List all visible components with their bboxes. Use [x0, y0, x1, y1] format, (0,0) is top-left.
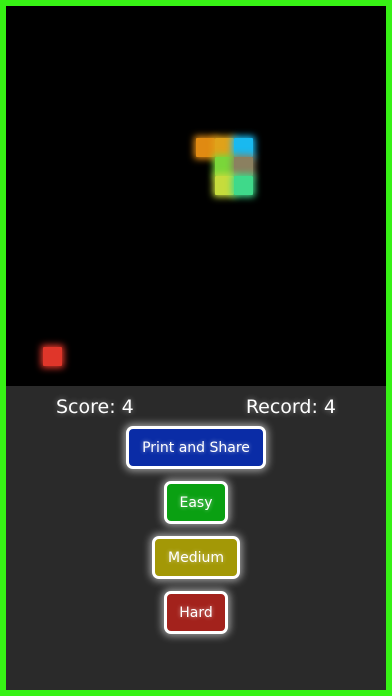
medium-button[interactable]: Medium	[152, 536, 240, 579]
game-board[interactable]	[6, 6, 386, 386]
hard-button[interactable]: Hard	[164, 591, 228, 634]
snake-segment	[234, 138, 253, 157]
snake-segment	[215, 157, 234, 176]
print-and-share-button[interactable]: Print and Share	[126, 426, 266, 469]
snake-segment	[234, 157, 253, 176]
easy-button[interactable]: Easy	[164, 481, 228, 524]
game-screen: Score: 4 Record: 4 Print and Share Easy …	[6, 6, 386, 690]
snake-segment	[196, 138, 215, 157]
score-bar: Score: 4 Record: 4	[6, 394, 386, 422]
record-label: Record: 4	[245, 396, 336, 418]
food-item	[43, 347, 62, 366]
snake-segment	[234, 176, 253, 195]
score-label: Score: 4	[56, 396, 134, 418]
snake-segment	[215, 138, 234, 157]
snake-segment	[215, 176, 234, 195]
